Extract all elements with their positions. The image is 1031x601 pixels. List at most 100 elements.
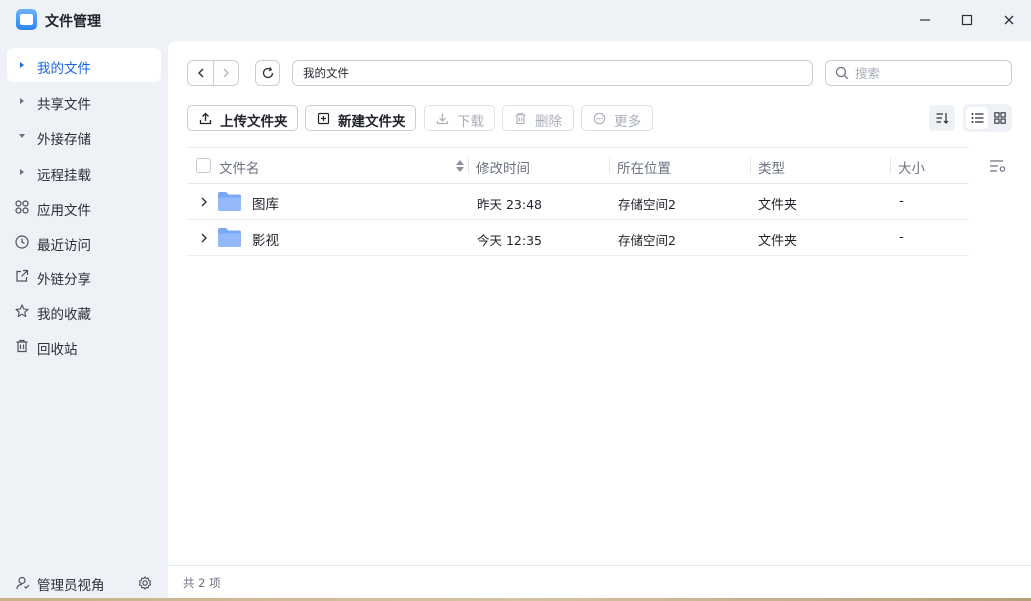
table-header: 文件名 修改时间 所在位置 类型 大小 [187,147,969,184]
minimize-button[interactable] [913,8,937,32]
folder-icon [218,192,241,211]
view-toggle [963,104,1012,132]
more-icon [593,112,606,125]
app-title: 文件管理 [45,14,101,30]
trash-icon [515,112,526,125]
more-button[interactable]: 更多 [581,105,653,131]
sidebar-item-remote-mount[interactable]: 远程挂载 [7,155,161,189]
file-name: 图库 [252,197,279,213]
column-divider[interactable] [609,158,610,174]
back-button[interactable] [188,61,213,85]
sidebar-item-favorites[interactable]: 我的收藏 [7,294,161,328]
grid-view-button[interactable] [989,107,1011,129]
sidebar-footer: 管理员视角 [0,565,168,601]
header-size[interactable]: 大小 [898,157,925,177]
history-nav [187,60,239,86]
header-location[interactable]: 所在位置 [617,157,671,177]
chevron-right-icon[interactable] [199,196,209,208]
item-count: 共 2 项 [183,576,221,590]
caret-right-icon [20,169,24,175]
download-button[interactable]: 下载 [424,105,495,131]
upload-folder-button[interactable]: 上传文件夹 [187,105,298,131]
caret-down-icon [19,134,25,138]
sidebar-item-label: 我的收藏 [37,307,91,323]
file-type: 文件夹 [758,234,798,249]
sidebar-item-label: 最近访问 [37,238,91,254]
file-manager-app-icon [16,9,37,30]
column-divider[interactable] [750,158,751,174]
file-size: - [899,193,904,209]
column-divider[interactable] [468,158,469,174]
maximize-button[interactable] [955,8,979,32]
sidebar-item-label: 回收站 [37,342,78,358]
download-icon [436,113,449,125]
file-name: 影视 [252,233,279,249]
chevron-left-icon [197,68,203,78]
sidebar-item-label: 共享文件 [37,97,91,113]
sort-icon [936,113,949,124]
caret-right-icon [20,98,24,104]
close-icon [1004,15,1014,25]
file-type: 文件夹 [758,198,798,213]
sidebar-item-recent[interactable]: 最近访问 [7,225,161,259]
header-modified[interactable]: 修改时间 [476,157,530,177]
share-icon [16,269,29,282]
select-all-checkbox[interactable] [196,158,211,173]
chevron-right-icon[interactable] [199,232,209,244]
admin-view-toggle[interactable]: 管理员视角 [37,574,105,594]
list-view-icon [971,113,983,123]
minimize-icon [920,19,930,21]
file-modified: 昨天 23:48 [477,197,542,212]
sidebar-item-recycle-bin[interactable]: 回收站 [7,329,161,363]
search-input[interactable] [855,64,1005,82]
upload-icon [199,112,212,125]
refresh-icon [262,67,273,79]
header-name[interactable]: 文件名 [219,157,260,177]
sidebar-item-my-files[interactable]: 我的文件 [7,48,161,82]
caret-right-icon [20,62,24,68]
folder-icon [218,228,241,247]
close-button[interactable] [997,8,1021,32]
star-icon [15,304,29,318]
chevron-right-icon [223,68,229,78]
sidebar-item-label: 外接存储 [37,132,91,148]
sidebar-item-label: 我的文件 [37,61,91,77]
search-icon [835,66,849,80]
file-modified: 今天 12:35 [477,233,542,248]
maximize-icon [961,14,973,26]
header-type[interactable]: 类型 [758,157,785,177]
table-row[interactable]: 图库 昨天 23:48 存储空间2 文件夹 - [187,184,969,220]
delete-button[interactable]: 删除 [502,105,574,131]
column-settings-icon[interactable] [989,158,1007,174]
search-box[interactable] [825,60,1012,86]
list-view-button[interactable] [966,107,988,129]
column-divider[interactable] [890,158,891,174]
sidebar: 我的文件 共享文件 外接存储 远程挂载 应用文件 最近访问 外链分享 我的收藏 … [0,40,168,601]
grid-view-icon [994,112,1006,124]
path-bar[interactable]: 我的文件 [292,60,813,86]
sidebar-item-app-files[interactable]: 应用文件 [7,190,161,224]
sidebar-item-shared-files[interactable]: 共享文件 [7,84,161,118]
apps-icon [15,200,29,214]
sort-arrows-icon[interactable] [456,160,464,172]
sidebar-item-external-storage[interactable]: 外接存储 [7,119,161,153]
gear-icon[interactable] [138,576,152,590]
table-row[interactable]: 影视 今天 12:35 存储空间2 文件夹 - [187,220,969,256]
sidebar-item-label: 远程挂载 [37,168,91,184]
file-location: 存储空间2 [618,197,676,212]
trash-icon [16,339,28,353]
new-folder-button[interactable]: 新建文件夹 [305,105,416,131]
status-bar: 共 2 项 [168,565,1031,599]
sidebar-item-label: 应用文件 [37,203,91,219]
file-location: 存储空间2 [618,233,676,248]
forward-button[interactable] [213,61,238,85]
clock-icon [15,235,29,249]
sort-button[interactable] [929,105,955,131]
sidebar-item-link-share[interactable]: 外链分享 [7,259,161,293]
refresh-button[interactable] [255,60,280,86]
sidebar-item-label: 外链分享 [37,272,91,288]
new-folder-icon [317,112,330,125]
file-size: - [899,229,904,245]
admin-user-icon [16,576,30,590]
title-bar: 文件管理 [0,0,1031,40]
